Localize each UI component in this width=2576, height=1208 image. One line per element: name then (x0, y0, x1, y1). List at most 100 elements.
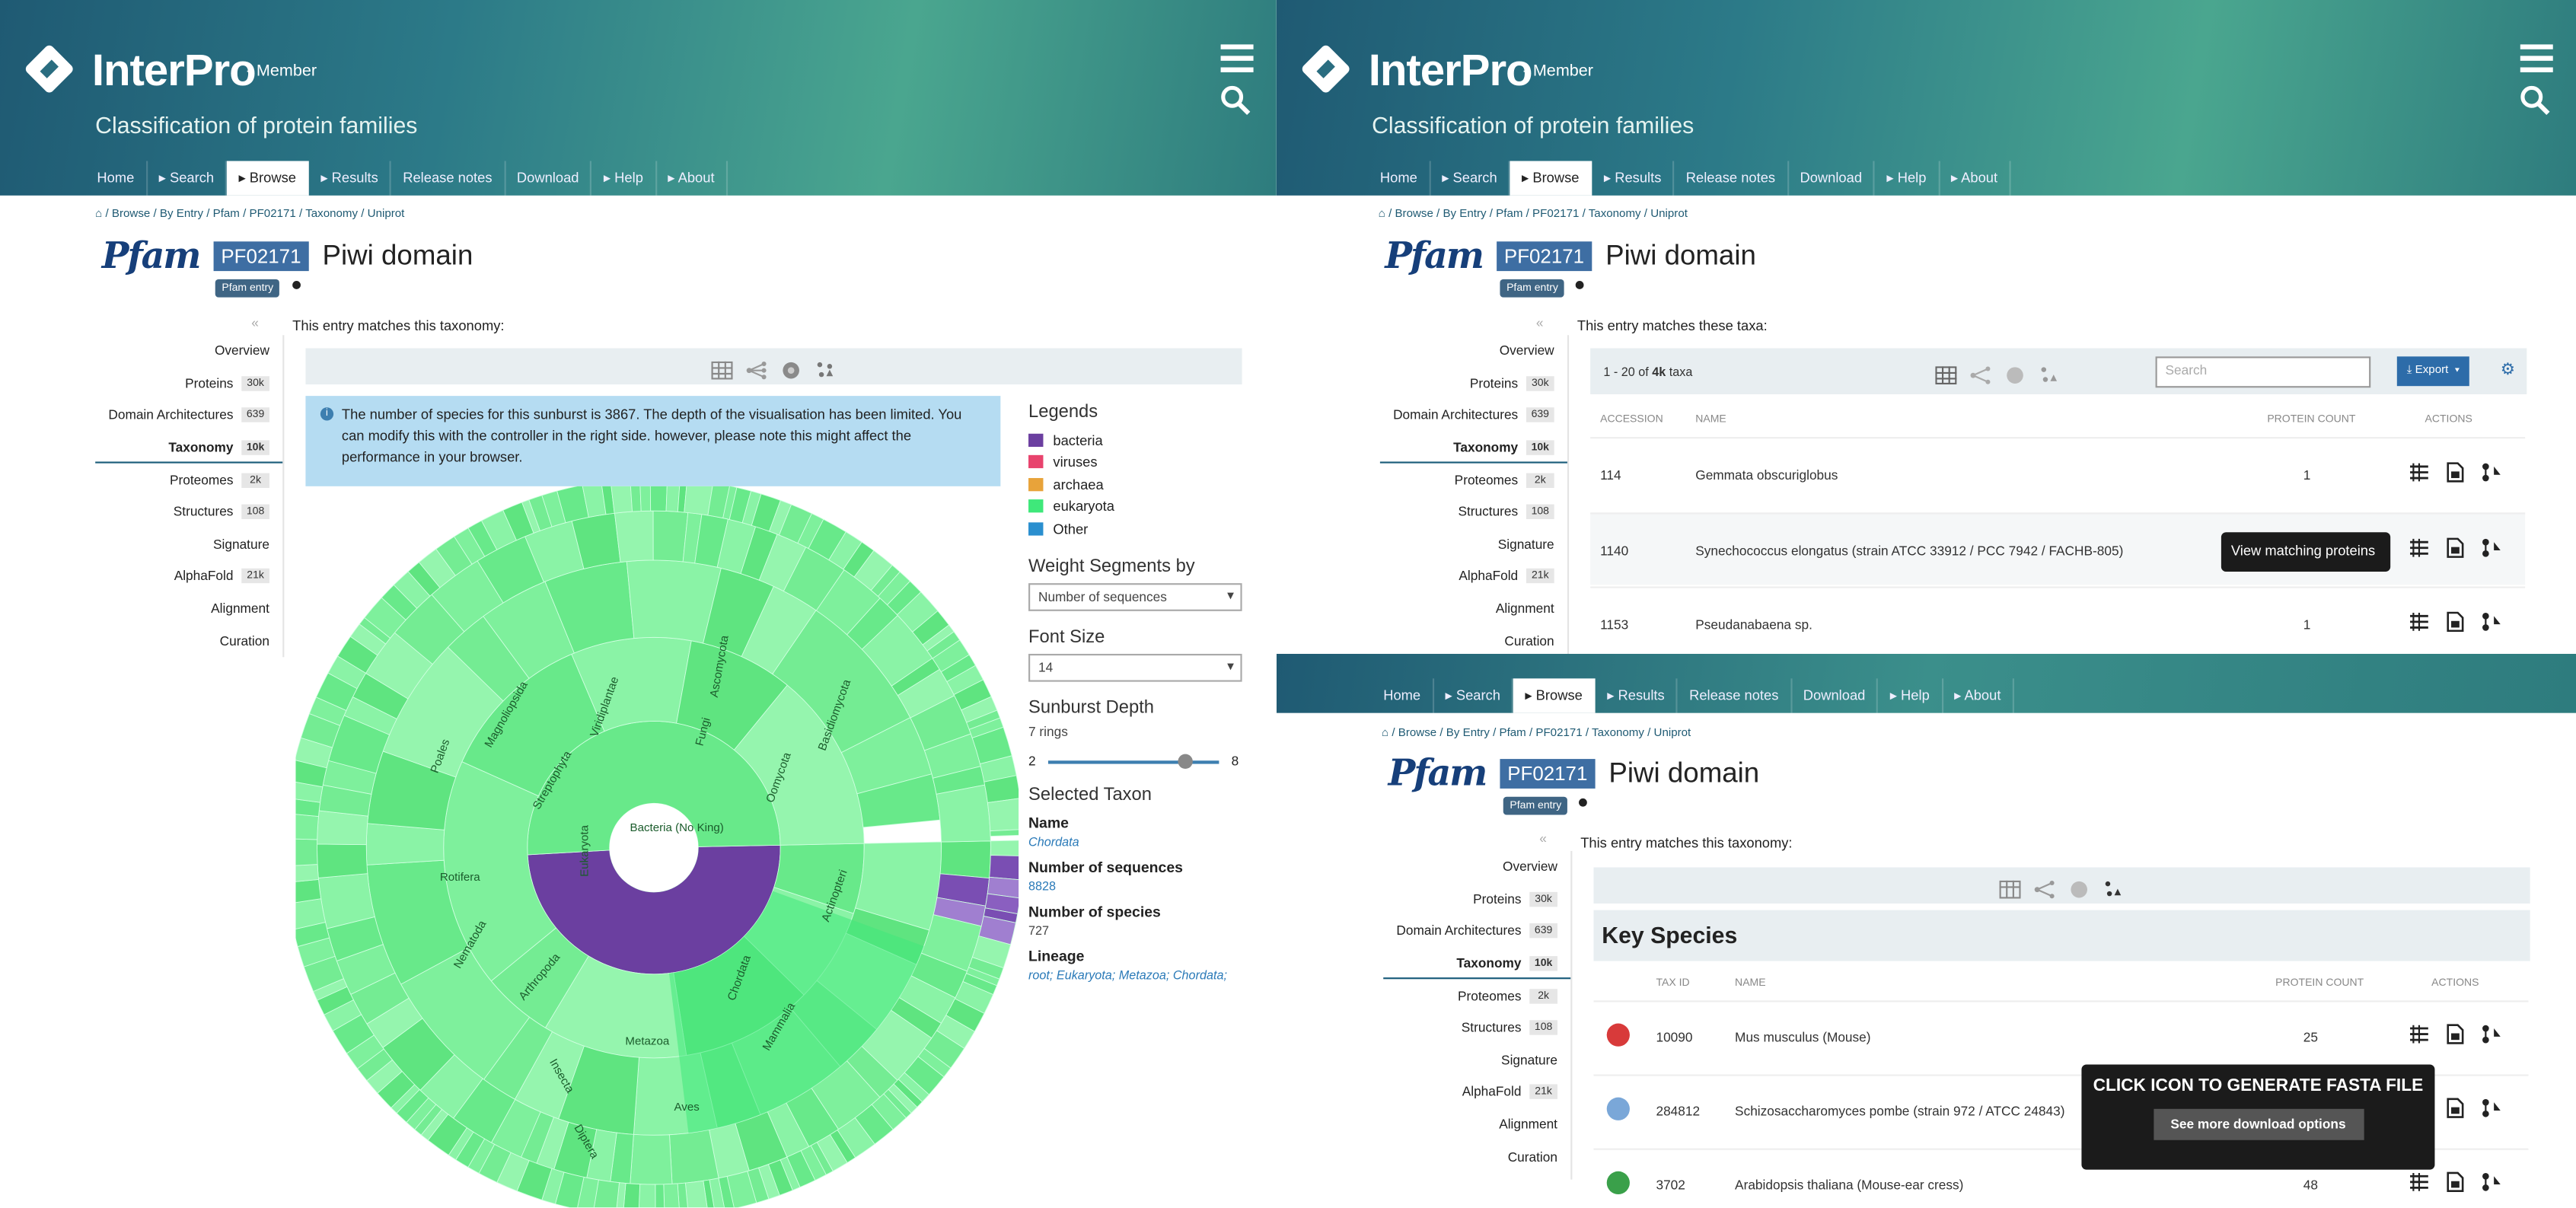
sunburst-segment[interactable] (630, 486, 642, 512)
fasta-download-icon[interactable] (2444, 1171, 2466, 1193)
nav-results[interactable]: ▸ Results (1592, 161, 1675, 196)
nav-search[interactable]: ▸ Search (1430, 161, 1510, 196)
nav-results[interactable]: ▸ Results (309, 161, 392, 196)
fasta-download-icon[interactable] (2444, 611, 2466, 633)
view-proteins-icon[interactable] (2409, 1171, 2430, 1193)
sidebar-item-curation[interactable]: Curation (1380, 625, 1567, 654)
cell-tax-id[interactable]: 284812 (1656, 1104, 1700, 1118)
sidebar-item-structures[interactable]: Structures 108 (95, 496, 282, 528)
view-proteins-icon[interactable] (2409, 611, 2430, 633)
info-icon[interactable] (1575, 281, 1584, 289)
col-name[interactable]: NAME (1695, 414, 1726, 426)
sunburst-segment[interactable] (936, 784, 991, 843)
breadcrumb-pfam[interactable]: Pfam (213, 209, 240, 220)
fasta-download-icon[interactable] (2444, 537, 2466, 559)
nav-search[interactable]: ▸ Search (1433, 678, 1514, 713)
fasta-download-icon[interactable] (2444, 1024, 2466, 1045)
proteome-icon[interactable] (2481, 611, 2502, 633)
cell-name[interactable]: Synechococcus elongatus (strain ATCC 339… (1695, 543, 2123, 558)
sidebar-item-curation[interactable]: Curation (95, 625, 282, 657)
sidebar-item-signature[interactable]: Signature (1383, 1044, 1570, 1076)
cell-accession[interactable]: 114 (1600, 468, 1621, 483)
tree-view-icon[interactable] (2034, 876, 2055, 898)
brand-name[interactable]: InterPro (1369, 46, 1533, 97)
nav-search[interactable]: ▸ Search (148, 161, 228, 196)
sunburst-segment[interactable] (638, 1184, 656, 1208)
col-protein-count[interactable]: PROTEIN COUNT (2275, 977, 2364, 989)
breadcrumb-accession[interactable]: PF02171 (250, 209, 296, 220)
breadcrumb-taxonomy[interactable]: Taxonomy (305, 209, 358, 220)
nav-browse[interactable]: ▸ Browse (1510, 161, 1592, 196)
breadcrumb-uniprot[interactable]: Uniprot (1650, 209, 1688, 220)
home-icon[interactable]: ⌂ (95, 209, 102, 220)
sidebar-item-proteins[interactable]: Proteins 30k (95, 368, 282, 400)
home-icon[interactable]: ⌂ (1379, 209, 1385, 220)
menu-icon[interactable] (2520, 44, 2553, 72)
sidebar-item-signature[interactable]: Signature (1380, 528, 1567, 560)
tree-view-icon[interactable] (1970, 362, 1991, 384)
nav-home[interactable]: Home (85, 161, 148, 196)
sidebar-item-domain-architectures[interactable]: Domain Architectures 639 (1380, 400, 1567, 432)
sidebar-item-taxonomy[interactable]: Taxonomy 10k (1383, 948, 1571, 980)
col-protein-count[interactable]: PROTEIN COUNT (2267, 414, 2355, 426)
sidebar-item-alphafold[interactable]: AlphaFold 21k (1383, 1076, 1570, 1108)
key-species-icon[interactable] (815, 357, 836, 377)
cell-accession[interactable]: 1153 (1600, 617, 1628, 632)
nav-help[interactable]: ▸ Help (1875, 161, 1940, 196)
sidebar-item-proteomes[interactable]: Proteomes 2k (1380, 464, 1567, 496)
breadcrumb-browse[interactable]: Browse (112, 209, 150, 220)
sidebar-item-overview[interactable]: Overview (1380, 335, 1567, 367)
nav-home[interactable]: Home (1369, 161, 1431, 196)
nav-download[interactable]: Download (505, 161, 592, 196)
cell-name[interactable]: Schizosaccharomyces pombe (strain 972 / … (1735, 1104, 2064, 1118)
breadcrumb-by-entry[interactable]: By Entry (1443, 209, 1486, 220)
nav-download[interactable]: Download (1792, 678, 1879, 713)
key-species-icon[interactable] (2039, 362, 2060, 381)
cell-accession[interactable]: 1140 (1600, 543, 1628, 558)
breadcrumb-uniprot[interactable]: Uniprot (1654, 728, 1691, 739)
sunburst-segment[interactable] (614, 510, 654, 563)
sunburst-segment[interactable] (295, 814, 319, 840)
nav-help[interactable]: ▸ Help (1879, 678, 1943, 713)
sunburst-segment[interactable] (639, 486, 652, 512)
nseq-value[interactable]: 8828 (1028, 878, 1242, 893)
sunburst-segment[interactable] (295, 864, 319, 883)
fasta-download-icon[interactable] (2444, 461, 2466, 483)
sidebar-item-proteomes[interactable]: Proteomes 2k (1383, 980, 1570, 1012)
slider-handle[interactable] (1178, 753, 1193, 768)
sunburst-center[interactable] (609, 803, 699, 892)
sidebar-item-curation[interactable]: Curation (1383, 1141, 1570, 1173)
sidebar-item-domain-architectures[interactable]: Domain Architectures 639 (1383, 916, 1570, 948)
info-icon[interactable] (292, 281, 301, 289)
export-button[interactable]: ⤓ Export ▾ (2396, 356, 2470, 387)
sunburst-segment[interactable] (630, 1133, 673, 1185)
sunburst-segment[interactable] (611, 486, 633, 514)
sidebar-item-overview[interactable]: Overview (1383, 851, 1570, 883)
cell-name[interactable]: Mus musculus (Mouse) (1735, 1030, 1870, 1044)
sunburst-view-icon[interactable] (780, 357, 802, 378)
nav-about[interactable]: ▸ About (656, 161, 728, 196)
col-tax-id[interactable]: TAX ID (1656, 977, 1689, 989)
view-proteins-icon[interactable] (2409, 1024, 2430, 1045)
collapse-sidebar-icon[interactable]: « (1539, 831, 1547, 846)
weight-select[interactable]: Number of sequences (1028, 582, 1242, 610)
sunburst-segment[interactable] (649, 486, 668, 512)
breadcrumb-browse[interactable]: Browse (1398, 728, 1436, 739)
cell-name[interactable]: Gemmata obscuriglobus (1695, 468, 1838, 483)
cell-name[interactable]: Pseudanabaena sp. (1695, 617, 1812, 632)
sidebar-item-taxonomy[interactable]: Taxonomy 10k (95, 432, 283, 464)
breadcrumb-by-entry[interactable]: By Entry (160, 209, 203, 220)
sidebar-item-domain-architectures[interactable]: Domain Architectures 639 (95, 400, 282, 432)
sunburst-segment[interactable] (317, 843, 368, 878)
nav-browse[interactable]: ▸ Browse (1513, 678, 1596, 713)
nav-about[interactable]: ▸ About (1943, 678, 2014, 713)
sunburst-segment[interactable] (939, 840, 991, 879)
breadcrumb-browse[interactable]: Browse (1395, 209, 1433, 220)
nav-release-notes[interactable]: Release notes (1678, 678, 1792, 713)
brand-name[interactable]: InterPro (92, 46, 257, 97)
nav-about[interactable]: ▸ About (1940, 161, 2011, 196)
sidebar-item-alignment[interactable]: Alignment (1380, 593, 1567, 625)
sunburst-segment[interactable] (990, 840, 1019, 856)
search-icon[interactable] (1221, 85, 1251, 116)
proteome-icon[interactable] (2481, 1171, 2502, 1193)
